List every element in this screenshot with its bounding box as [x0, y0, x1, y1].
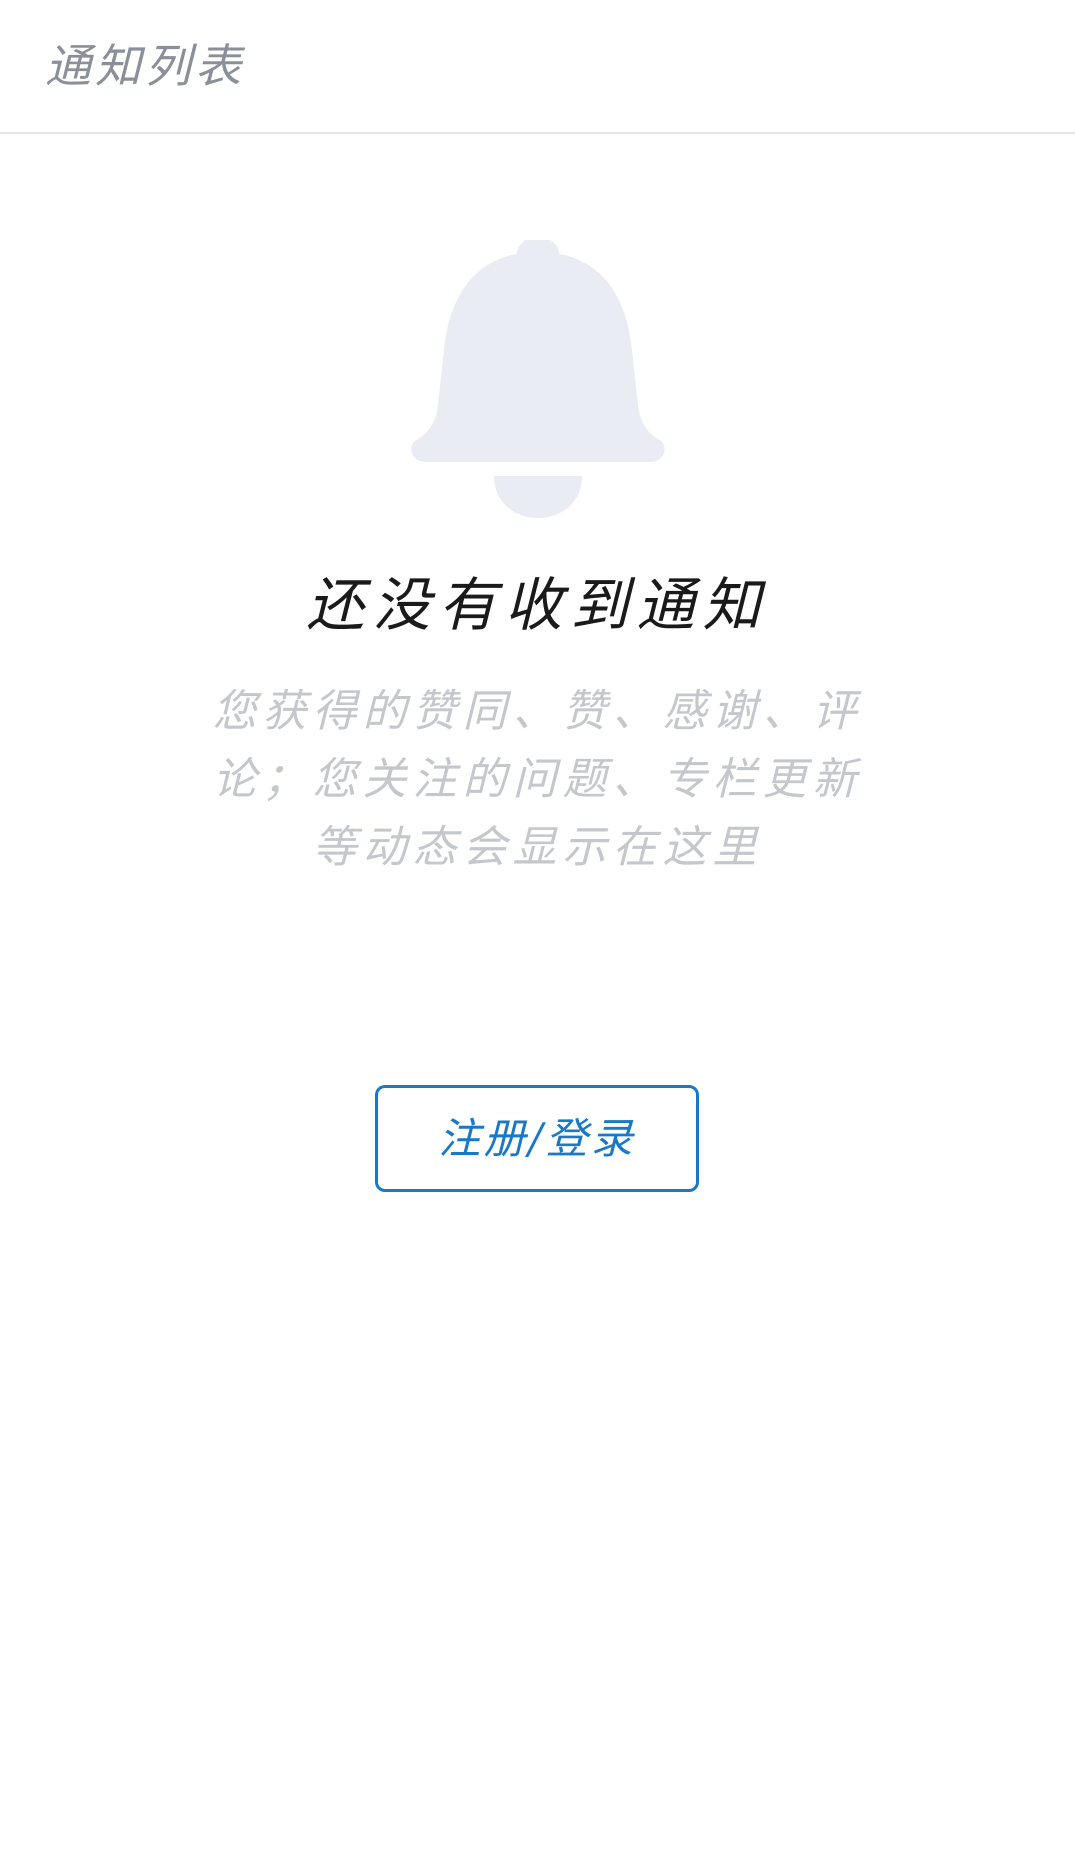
- bell-icon: [411, 240, 665, 518]
- page-title: 通知列表: [45, 39, 245, 93]
- register-login-button[interactable]: 注册/登录: [375, 1085, 699, 1192]
- empty-state-title: 还没有收到通知: [306, 571, 769, 639]
- empty-state-description: 您获得的赞同、赞、感谢、评论；您关注的问题、专栏更新等动态会显示在这里: [212, 686, 863, 873]
- notification-page: 通知列表 还没有收到通知 您获得的赞同、赞、感谢、评论；您关注的问题、专栏更新等…: [0, 0, 1075, 1872]
- app-header: 通知列表: [0, 0, 1075, 134]
